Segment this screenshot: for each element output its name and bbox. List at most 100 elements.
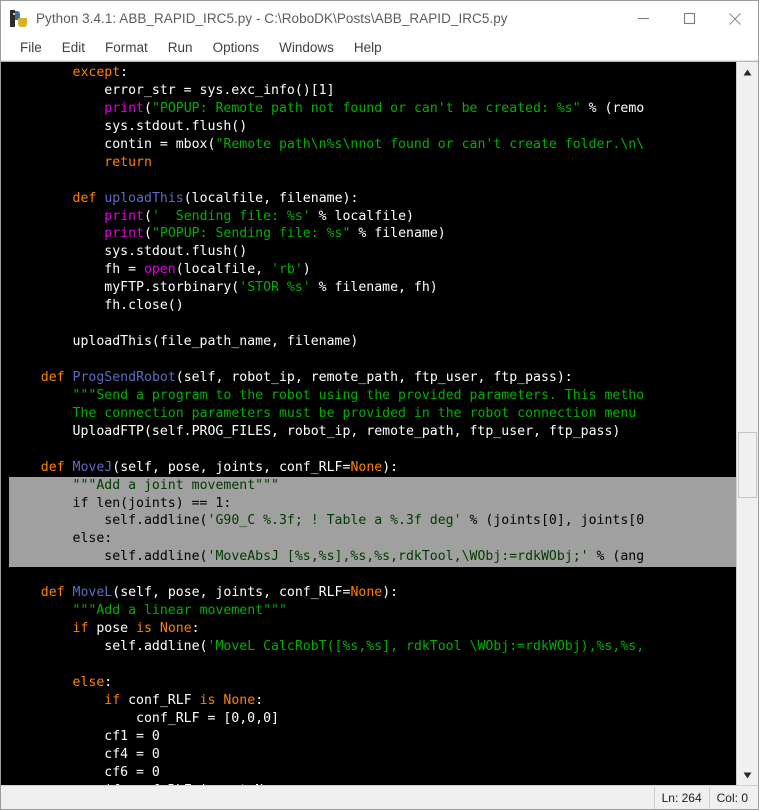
code-token: MoveJ (72, 459, 113, 475)
code-line[interactable]: cf4 = 0 (1, 746, 736, 764)
code-token: "POPUP: Remote path not found or can't b… (151, 100, 581, 116)
code-line[interactable]: def uploadThis(localfile, filename): (1, 190, 736, 208)
code-line[interactable] (1, 351, 736, 369)
code-token: def (72, 190, 97, 206)
maximize-button[interactable] (666, 1, 712, 36)
code-token: None (350, 585, 383, 601)
code-line[interactable] (1, 172, 736, 190)
code-line[interactable]: """Add a linear movement""" (1, 602, 736, 620)
code-line[interactable]: self.addline('MoveAbsJ [%s,%s],%s,%s,rdk… (1, 548, 736, 566)
code-line[interactable]: uploadThis(file_path_name, filename) (1, 333, 736, 351)
code-token: "Remote path\n%s\nnot found or can't cre… (215, 136, 645, 152)
code-line[interactable] (1, 441, 736, 459)
code-token: 'MoveAbsJ [%s,%s],%s,%s,rdkTool,\WObj:=r… (207, 549, 589, 565)
code-token: None (223, 692, 256, 708)
code-line[interactable]: if pose is None: (1, 620, 736, 638)
close-button[interactable] (712, 1, 758, 36)
menu-item-edit[interactable]: Edit (52, 37, 95, 59)
code-line[interactable]: UploadFTP(self.PROG_FILES, robot_ip, rem… (1, 423, 736, 441)
code-token: error_str = sys.exc_info()[1] (9, 82, 335, 98)
code-line[interactable]: self.addline('MoveL CalcRobT([%s,%s], rd… (1, 638, 736, 656)
code-token: uploadThis(file_path_name, filename) (9, 334, 359, 350)
code-token: uploadThis (104, 190, 184, 206)
menu-item-help[interactable]: Help (344, 37, 392, 59)
code-token: self.addline( (9, 513, 208, 529)
code-token: MoveL (72, 585, 113, 601)
code-line[interactable]: sys.stdout.flush() (1, 243, 736, 261)
code-token: The connection parameters must be provid… (72, 405, 637, 421)
python-logo-icon (10, 9, 28, 28)
code-line[interactable] (1, 566, 736, 584)
scrollbar-thumb[interactable] (738, 432, 757, 498)
code-token: return (104, 154, 152, 170)
code-line[interactable]: The connection parameters must be provid… (1, 405, 736, 423)
menu-item-windows[interactable]: Windows (269, 37, 344, 59)
code-line[interactable]: """Add a joint movement""" (1, 477, 736, 495)
title-bar: Python 3.4.1: ABB_RAPID_IRC5.py - C:\Rob… (1, 1, 758, 36)
code-token: self.addline( (9, 639, 208, 654)
code-line[interactable]: error_str = sys.exc_info()[1] (1, 82, 736, 100)
menu-item-run[interactable]: Run (158, 37, 203, 59)
vertical-scrollbar[interactable] (736, 62, 758, 785)
code-line[interactable]: cf1 = 0 (1, 728, 736, 746)
code-line[interactable]: if len(joints) == 1: (1, 495, 736, 513)
code-text-area[interactable]: except: error_str = sys.exc_info()[1] pr… (1, 62, 736, 785)
code-line[interactable]: def MoveL(self, pose, joints, conf_RLF=N… (1, 584, 736, 602)
code-token: (localfile, filename): (183, 190, 359, 206)
minimize-button[interactable] (620, 1, 666, 36)
status-bar: Ln: 264 Col: 0 (1, 785, 758, 809)
code-token: if conf_RLF is not None: (9, 783, 295, 786)
code-line[interactable]: myFTP.storbinary('STOR %s' % filename, f… (1, 279, 736, 297)
code-line[interactable]: else: (1, 674, 736, 692)
menu-item-options[interactable]: Options (203, 37, 270, 59)
menu-item-format[interactable]: Format (95, 37, 158, 59)
code-line[interactable]: conf_RLF = [0,0,0] (1, 710, 736, 728)
code-line[interactable]: return (1, 154, 736, 172)
menu-item-file[interactable]: File (10, 37, 52, 59)
code-line[interactable]: sys.stdout.flush() (1, 118, 736, 136)
code-token: is (199, 692, 216, 708)
editor-region: except: error_str = sys.exc_info()[1] pr… (1, 61, 758, 785)
code-line[interactable]: print(' Sending file: %s' % localfile) (1, 208, 736, 226)
code-token: ): (382, 459, 399, 475)
scroll-up-arrow-icon[interactable] (737, 62, 758, 82)
code-line[interactable]: contin = mbox("Remote path\n%s\nnot foun… (1, 136, 736, 154)
code-token: cf4 = 0 (9, 746, 160, 762)
code-token: cf6 = 0 (9, 764, 160, 780)
code-line[interactable]: fh = open(localfile, 'rb') (1, 261, 736, 279)
code-token: 'MoveL CalcRobT([%s,%s], rdkTool \WObj:=… (207, 639, 645, 654)
code-line[interactable]: self.addline('G90_C %.3f; ! Table a %.3f… (1, 512, 736, 530)
code-line[interactable]: else: (1, 530, 736, 548)
code-line[interactable]: cf6 = 0 (1, 764, 736, 782)
code-line[interactable]: if conf_RLF is not None: (1, 782, 736, 786)
code-line[interactable]: def ProgSendRobot(self, robot_ip, remote… (1, 369, 736, 387)
status-line-indicator: Ln: 264 (653, 786, 709, 809)
code-token: is (136, 621, 152, 637)
code-line[interactable]: def MoveJ(self, pose, joints, conf_RLF=N… (1, 459, 736, 477)
code-line[interactable]: if conf_RLF is None: (1, 692, 736, 710)
code-token: """Add a joint movement""" (72, 477, 279, 493)
code-token: (self, robot_ip, remote_path, ftp_user, … (175, 369, 573, 385)
code-line[interactable]: """Send a program to the robot using the… (1, 387, 736, 405)
code-token: : (120, 65, 129, 80)
code-token: ' Sending file: %s' (151, 208, 311, 224)
code-line[interactable] (1, 656, 736, 674)
code-line[interactable]: fh.close() (1, 297, 736, 315)
code-line[interactable]: except: (1, 64, 736, 82)
code-token: : (191, 621, 200, 637)
code-line[interactable] (1, 315, 736, 333)
source-code[interactable]: except: error_str = sys.exc_info()[1] pr… (1, 64, 736, 785)
code-line[interactable]: print("POPUP: Sending file: %s" % filena… (1, 225, 736, 243)
code-line[interactable]: print("POPUP: Remote path not found or c… (1, 100, 736, 118)
window-title: Python 3.4.1: ABB_RAPID_IRC5.py - C:\Rob… (36, 11, 508, 26)
scroll-down-arrow-icon[interactable] (737, 765, 758, 785)
